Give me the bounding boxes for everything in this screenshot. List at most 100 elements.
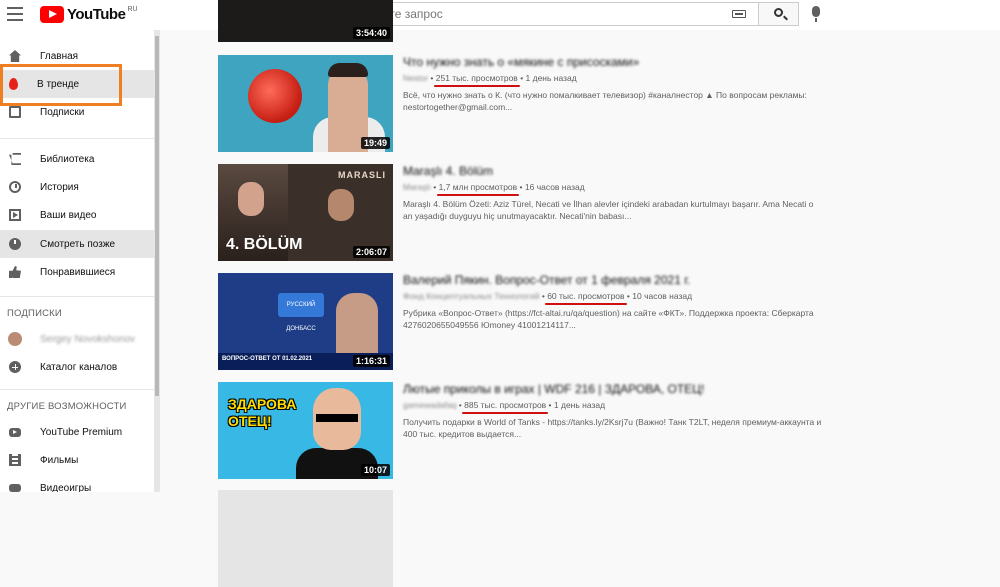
- person-image: [238, 182, 264, 216]
- video-description: Получить подарки в World of Tanks - http…: [403, 417, 822, 439]
- divider: [0, 296, 154, 297]
- sidebar-item-channels-catalog[interactable]: Каталог каналов: [0, 353, 154, 381]
- sidebar-item-library[interactable]: Библиотека: [0, 145, 154, 173]
- channel-name[interactable]: gamewadafaq: [403, 400, 456, 410]
- search-button[interactable]: [759, 2, 799, 26]
- thumbs-up-icon: [9, 266, 21, 278]
- subscription-channel-name: Sergey Novokshonov: [40, 333, 136, 345]
- divider: [0, 138, 154, 139]
- view-count: 60 тыс. просмотров: [545, 291, 627, 305]
- menu-icon[interactable]: [7, 7, 23, 21]
- subscriptions-icon: [9, 106, 21, 118]
- sidebar-item-label: YouTube Premium: [40, 426, 123, 438]
- microphone-icon[interactable]: [812, 6, 820, 22]
- watch-later-icon: [9, 238, 21, 250]
- search-icon: [774, 8, 783, 17]
- youtube-premium-icon: [9, 427, 21, 437]
- avatar: [8, 332, 22, 346]
- thumbnail-label: 4. BÖLÜM: [226, 236, 303, 253]
- sidebar-item-videogames[interactable]: Видеоигры: [0, 474, 154, 492]
- sidebar-item-label: Главная: [40, 50, 79, 62]
- sidebar-item-label: Библиотека: [40, 153, 95, 165]
- sidebar-item-youtube-premium[interactable]: YouTube Premium: [0, 418, 154, 446]
- video-meta: Maraşlı • 1,7 млн просмотров • 16 часов …: [403, 182, 585, 196]
- search-input[interactable]: [347, 3, 733, 25]
- video-duration: 2:06:07: [352, 246, 390, 258]
- history-icon: [9, 181, 21, 193]
- sidebar-item-label: Каталог каналов: [40, 361, 118, 373]
- video-thumbnail[interactable]: [218, 490, 393, 587]
- person-image: [328, 189, 354, 221]
- thumbnail-banner-text: ВОПРОС-ОТВЕТ ОТ 01.02.2021: [222, 356, 313, 362]
- thumbnail-brand: MARASLI: [338, 170, 386, 180]
- highlight-annotation: [0, 64, 122, 106]
- sidebar-item-liked[interactable]: Понравившиеся: [0, 258, 154, 286]
- video-info: Валерий Пякин. Вопрос-Ответ от 1 февраля…: [403, 273, 833, 331]
- person-image: [336, 293, 378, 355]
- sidebar-item-label: Ваши видео: [40, 209, 97, 221]
- add-circle-icon: [9, 361, 21, 373]
- sidebar-item-label: Понравившиеся: [40, 266, 116, 278]
- video-info: Что нужно знать о «мякине с присосками» …: [403, 55, 833, 113]
- sidebar-item-watch-later[interactable]: Смотреть позже: [0, 230, 154, 258]
- sidebar-item-history[interactable]: История: [0, 173, 154, 201]
- video-meta: Фонд Концептуальных Технологий • 60 тыс.…: [403, 291, 693, 305]
- youtube-logo[interactable]: YouTube RU: [40, 5, 138, 25]
- sunglasses-image: [316, 414, 358, 422]
- channel-name[interactable]: Nestor: [403, 73, 428, 83]
- upload-age: 16 часов назад: [524, 182, 585, 192]
- video-info: Maraşlı 4. Bölüm Maraşlı • 1,7 млн просм…: [403, 164, 833, 222]
- trending-video-list: 3:54:40 19:49 Что нужно знать о «мякине …: [160, 0, 1000, 587]
- logo-text: YouTube: [67, 6, 126, 23]
- video-title[interactable]: Валерий Пякин. Вопрос-Ответ от 1 февраля…: [403, 273, 833, 287]
- view-count: 885 тыс. просмотров: [462, 400, 549, 414]
- video-thumbnail[interactable]: 3:54:40: [218, 0, 393, 42]
- video-title[interactable]: Maraşlı 4. Bölüm: [403, 164, 833, 178]
- video-description: Рубрика «Вопрос-Ответ» (https://fct-alta…: [403, 308, 814, 330]
- upload-age: 1 день назад: [553, 400, 606, 410]
- sidebar-item-label: Фильмы: [40, 454, 79, 466]
- thumbnail-caption-line: ОТЕЦ!: [228, 413, 272, 429]
- thumbnail-caption: ЗДАРОВА ОТЕЦ!: [228, 396, 296, 430]
- top-bar: YouTube RU: [0, 0, 1000, 30]
- view-count: 1,7 млн просмотров: [436, 182, 519, 196]
- scrollbar-thumb[interactable]: [155, 36, 159, 396]
- your-videos-icon: [9, 209, 21, 221]
- video-duration: 3:54:40: [352, 27, 390, 39]
- video-duration: 10:07: [360, 464, 390, 476]
- search-box: [346, 2, 759, 26]
- channel-name[interactable]: Фонд Концептуальных Технологий: [403, 291, 539, 301]
- upload-age: 10 часов назад: [632, 291, 693, 301]
- video-duration: 19:49: [360, 137, 390, 149]
- divider: [0, 389, 154, 390]
- video-thumbnail[interactable]: ЗДАРОВА ОТЕЦ! 10:07: [218, 382, 393, 479]
- sidebar-item-label: Подписки: [40, 106, 85, 118]
- sidebar-item-your-videos[interactable]: Ваши видео: [0, 201, 154, 229]
- person-hair: [328, 63, 368, 77]
- video-meta: Nestor • 251 тыс. просмотров • 1 день на…: [403, 73, 577, 87]
- upload-age: 1 день назад: [525, 73, 577, 83]
- video-info: Лютые приколы в играх | WDF 216 | ЗДАРОВ…: [403, 382, 833, 440]
- sidebar-item-films[interactable]: Фильмы: [0, 446, 154, 474]
- youtube-play-icon: [40, 6, 64, 23]
- video-thumbnail[interactable]: MARASLI 4. BÖLÜM 2:06:07: [218, 164, 393, 261]
- logo-region: RU: [127, 6, 138, 13]
- thumbnail-caption-line: ЗДАРОВА: [228, 396, 297, 412]
- keyboard-icon[interactable]: [732, 10, 746, 18]
- thumbnail-logo: РУССКИЙ ДОНБАСС: [278, 293, 324, 332]
- video-thumbnail[interactable]: РУССКИЙ ДОНБАСС ВОПРОС-ОТВЕТ ОТ 01.02.20…: [218, 273, 393, 370]
- video-title[interactable]: Лютые приколы в играх | WDF 216 | ЗДАРОВ…: [403, 382, 833, 396]
- video-thumbnail[interactable]: 19:49: [218, 55, 393, 152]
- sidebar-item-label: Смотреть позже: [40, 238, 116, 250]
- video-duration: 1:16:31: [352, 355, 390, 367]
- subscription-channel[interactable]: Sergey Novokshonov: [0, 325, 154, 353]
- subscriptions-section-title: ПОДПИСКИ: [7, 308, 62, 319]
- virus-image: [248, 69, 302, 123]
- video-meta: gamewadafaq • 885 тыс. просмотров • 1 де…: [403, 400, 606, 414]
- video-title[interactable]: Что нужно знать о «мякине с присосками»: [403, 55, 833, 69]
- view-count: 251 тыс. просмотров: [433, 73, 520, 87]
- channel-name[interactable]: Maraşlı: [403, 182, 431, 192]
- video-description: Maraşlı 4. Bölüm Özeti: Aziz Türel, Neca…: [403, 199, 814, 221]
- home-icon: [9, 50, 21, 62]
- video-description: Всё, что нужно знать о К. (что нужно пом…: [403, 90, 807, 112]
